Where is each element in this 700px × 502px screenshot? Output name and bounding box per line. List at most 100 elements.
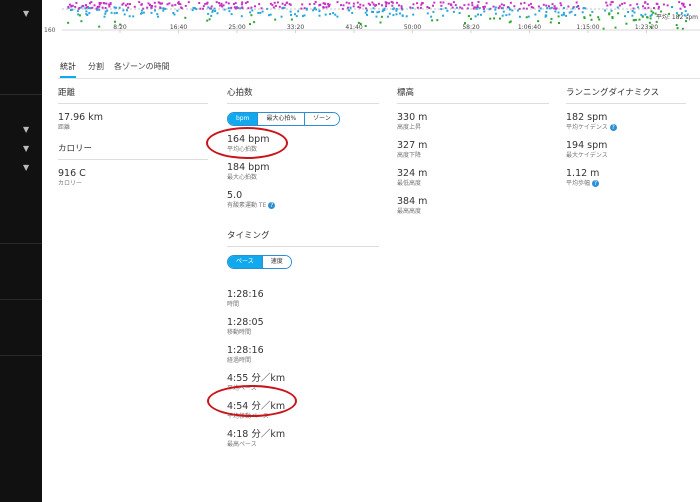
chart-point [608,12,611,15]
metric-value: 384 m [397,196,428,207]
tab-time-in-zones[interactable]: 各ゾーンの時間 [114,61,170,72]
cadence-chart[interactable]: 160 8:20 16:40 25:00 33:20 41:40 50:00 58:20 1:0… [42,0,700,46]
chart-point [557,11,560,14]
chart-point [477,1,480,3]
chart-point [133,5,136,8]
chart-point [88,12,91,15]
chart-point [430,15,433,18]
chevron-down-icon[interactable]: ▼ [23,126,29,134]
chart-point [329,13,332,15]
metric-label: 最大心拍数 [227,174,258,181]
chart-point [689,3,691,6]
chart-point [75,1,78,4]
tab-stats[interactable]: 統計 [60,61,76,78]
chart-point [571,7,574,10]
chart-point [381,4,383,7]
chart-point [187,1,190,4]
toggle-max-hr-percent[interactable]: 最大心拍% [257,113,305,125]
chart-point [110,11,113,14]
chart-point [602,27,605,30]
info-icon[interactable]: ? [592,180,600,187]
toggle-bpm[interactable]: bpm [228,113,258,125]
chart-point [251,9,254,12]
metric-avg-cadence: 182 spm 平均ケイデンス? [566,112,686,132]
chart-point [450,3,452,6]
tab-splits[interactable]: 分割 [88,61,104,72]
chart-point [545,11,548,13]
info-icon[interactable]: ? [609,124,617,131]
metric-value: 327 m [397,140,428,151]
chart-point [675,24,678,27]
chart-point [257,12,260,14]
chart-point [210,14,213,17]
chart-point [78,14,81,17]
chart-point [682,2,685,5]
chevron-down-icon[interactable]: ▼ [23,164,29,172]
chart-point [98,1,101,4]
chevron-down-icon[interactable]: ▼ [23,145,29,153]
chart-point [375,15,378,18]
chart-point [629,4,632,7]
info-icon[interactable]: ? [268,202,276,209]
chart-point [240,15,243,18]
running-dynamics-section: ランニングダイナミクス 182 spm 平均ケイデンス? 194 spm 最大ケ… [566,86,686,188]
chart-point [325,6,328,9]
chart-point [283,6,286,9]
chart-point [530,6,533,8]
chart-point [253,21,256,24]
chart-point [246,1,249,3]
chart-point [295,15,298,18]
chart-point [210,5,213,8]
metric-label: 平均歩幅? [566,180,686,188]
chart-point [416,2,419,5]
sidebar-divider [0,94,42,95]
chart-point [290,13,292,16]
cadence-chart-svg[interactable]: 160 8:20 16:40 25:00 33:20 41:40 50:00 58:20 1:0… [42,0,700,46]
toggle-zones[interactable]: ゾーン [304,113,339,125]
chart-point [656,3,659,5]
chart-point [442,14,445,17]
section-title: タイミング [227,229,379,247]
chart-point [574,14,577,16]
chart-point [356,1,359,4]
chart-point [318,4,321,6]
chart-point [644,13,647,16]
chart-point [452,10,455,13]
chart-point [250,14,253,17]
chart-point [511,9,514,12]
chart-point [624,15,626,18]
chart-point [467,3,470,6]
chart-point [562,11,565,14]
metric-label: 高度下降 [397,152,422,159]
chart-point [249,11,252,14]
chart-point [459,6,462,9]
chart-point [261,10,264,13]
chart-point [474,15,477,18]
chart-point [322,2,325,5]
chart-point [483,10,486,13]
chart-point [544,14,547,17]
chart-point [68,3,71,6]
chart-point [385,2,388,5]
chart-point [146,6,149,9]
chart-point [452,1,455,4]
chart-point [671,6,673,8]
chart-point [597,16,600,19]
chart-point [336,1,339,4]
chart-point [518,15,521,18]
toggle-pace[interactable]: ペース [228,256,262,268]
toggle-speed[interactable]: 速度 [261,256,291,268]
chart-point [610,1,613,4]
chart-point [642,5,644,8]
chevron-down-icon[interactable]: ▼ [23,10,29,18]
chart-point [605,1,608,4]
chart-point [684,10,687,13]
chart-point [412,13,415,16]
chart-point [80,6,83,9]
chart-point [442,1,445,4]
chart-point [650,13,653,16]
chart-point [649,17,652,20]
x-tick-label: 58:20 [462,24,479,31]
chart-point [505,14,508,17]
chart-point [625,22,628,25]
